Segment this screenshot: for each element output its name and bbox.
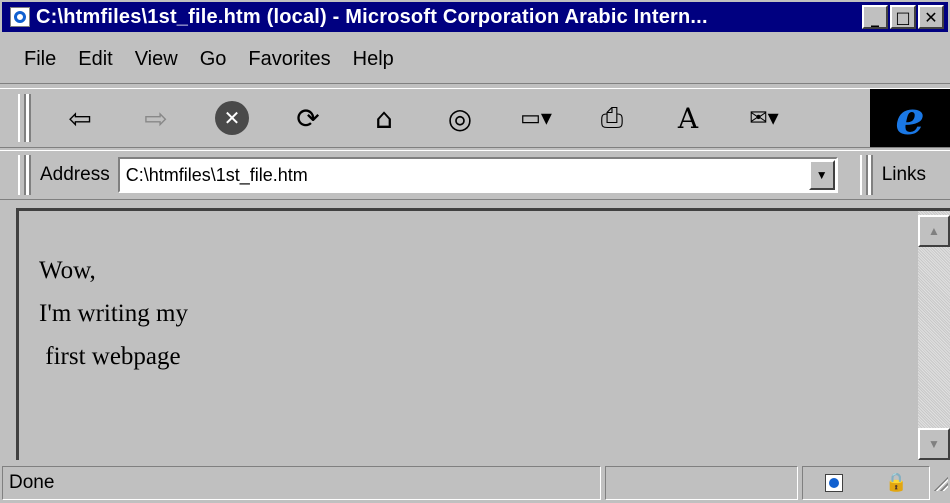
menu-help[interactable]: Help	[345, 48, 402, 71]
ie-logo: e	[870, 89, 950, 147]
status-zone-pane: 🔒	[802, 465, 931, 500]
forward-button[interactable]: ⇨	[132, 94, 180, 142]
print-icon: ⎙	[600, 101, 624, 134]
address-dropdown-button[interactable]: ▼	[808, 160, 835, 190]
favorites-folder-icon: ▭▾	[520, 105, 552, 131]
menu-file[interactable]: File	[16, 48, 64, 71]
home-button[interactable]: ⌂	[360, 94, 408, 142]
forward-arrow-icon: ⇨	[144, 101, 168, 135]
refresh-icon: ⟳	[296, 101, 320, 135]
search-icon: ◎	[447, 101, 473, 135]
mail-button[interactable]: ✉▾	[740, 94, 788, 142]
address-bar: Address ▼ Links	[0, 150, 950, 200]
menu-favorites[interactable]: Favorites	[240, 48, 338, 71]
chevron-down-icon: ▼	[815, 168, 828, 182]
page-text: Wow, I'm writing my first webpage	[39, 249, 188, 378]
home-icon: ⌂	[375, 101, 393, 135]
standard-toolbar: ⇦ ⇨ ✕ ⟳ ⌂ ◎ ▭▾ ⎙ A ✉▾ e	[0, 88, 950, 148]
page-line: I'm writing my	[39, 300, 188, 327]
vertical-scrollbar[interactable]: ▲ ▼	[918, 211, 950, 460]
toolbar-grip[interactable]	[18, 94, 26, 142]
maximize-button[interactable]: □	[890, 5, 916, 29]
print-button[interactable]: ⎙	[588, 94, 636, 142]
address-grip[interactable]	[18, 155, 26, 195]
refresh-button[interactable]: ⟳	[284, 94, 332, 142]
scroll-down-button[interactable]: ▼	[918, 428, 950, 460]
stop-icon: ✕	[215, 101, 249, 135]
page-content: Wow, I'm writing my first webpage ▲ ▼	[16, 208, 950, 460]
minimize-button[interactable]: _	[862, 5, 888, 29]
status-text-pane: Done	[2, 465, 601, 500]
stop-button[interactable]: ✕	[208, 94, 256, 142]
address-box: ▼	[117, 157, 838, 193]
scroll-up-button[interactable]: ▲	[918, 215, 950, 247]
window-title: C:\htmfiles\1st_file.htm (local) - Micro…	[36, 5, 708, 28]
favorites-button[interactable]: ▭▾	[512, 94, 560, 142]
address-label: Address	[40, 164, 110, 185]
arrow-down-icon: ▼	[928, 437, 940, 451]
mail-icon: ✉▾	[749, 105, 779, 131]
font-size-icon: A	[677, 101, 699, 135]
status-bar: Done 🔒	[0, 462, 950, 503]
security-icon: 🔒	[885, 472, 908, 493]
local-zone-icon	[824, 473, 843, 492]
app-icon[interactable]	[10, 7, 30, 27]
back-button[interactable]: ⇦	[56, 94, 104, 142]
menu-view[interactable]: View	[127, 48, 186, 71]
page-line: first webpage	[39, 343, 181, 370]
resize-grip[interactable]	[932, 474, 948, 491]
close-button[interactable]: ✕	[918, 5, 944, 29]
status-text: Done	[9, 471, 55, 493]
title-bar: C:\htmfiles\1st_file.htm (local) - Micro…	[0, 0, 950, 34]
back-arrow-icon: ⇦	[68, 101, 92, 135]
search-button[interactable]: ◎	[436, 94, 484, 142]
menu-bar: File Edit View Go Favorites Help	[0, 36, 950, 84]
status-progress-pane	[604, 465, 799, 500]
ie-logo-icon: e	[895, 91, 925, 145]
font-button[interactable]: A	[664, 94, 712, 142]
menu-go[interactable]: Go	[192, 48, 235, 71]
page-line: Wow,	[39, 257, 96, 284]
links-grip[interactable]	[859, 155, 868, 195]
menu-edit[interactable]: Edit	[70, 48, 120, 71]
address-input[interactable]	[119, 159, 809, 191]
arrow-up-icon: ▲	[928, 224, 940, 238]
links-button[interactable]: Links	[882, 164, 926, 186]
